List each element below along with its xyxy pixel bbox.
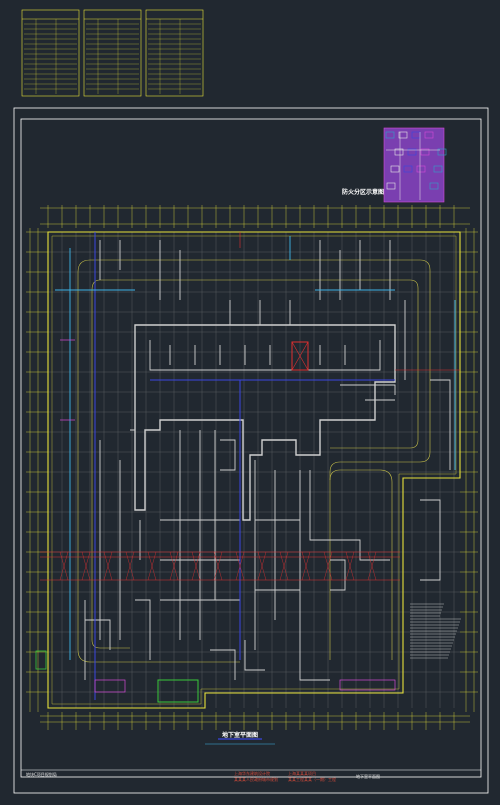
driving-lane <box>77 259 431 663</box>
blue-axis-lines <box>94 232 395 700</box>
interior-walls <box>84 240 451 681</box>
schedule-tables <box>21 9 204 97</box>
footer-sheet-name: 地下室平面图 <box>356 774 380 779</box>
outer-frame <box>13 107 489 794</box>
fire-zone-boundaries <box>40 232 460 581</box>
green-stair-marker <box>35 650 47 670</box>
schedule-table-3 <box>145 9 204 97</box>
cad-drawing-canvas <box>13 9 489 794</box>
green-zone-marker <box>157 679 199 703</box>
plan-title: 地下室平面图 <box>222 732 259 739</box>
footer-company: 地块C项目规划局 <box>26 772 57 777</box>
footer-project-2: 某某工程某某（一期）工程 <box>288 777 336 782</box>
footer-client-2: 某某某人民政府城市规划 <box>234 777 278 782</box>
legend-title: 防火分区示意图 <box>342 189 385 196</box>
schedule-table-2 <box>83 9 142 97</box>
dimension-lines <box>26 205 478 730</box>
fire-zone-mini-map-icon <box>383 127 447 203</box>
building-inner-outline <box>51 235 457 705</box>
schedule-table-1 <box>21 9 80 97</box>
